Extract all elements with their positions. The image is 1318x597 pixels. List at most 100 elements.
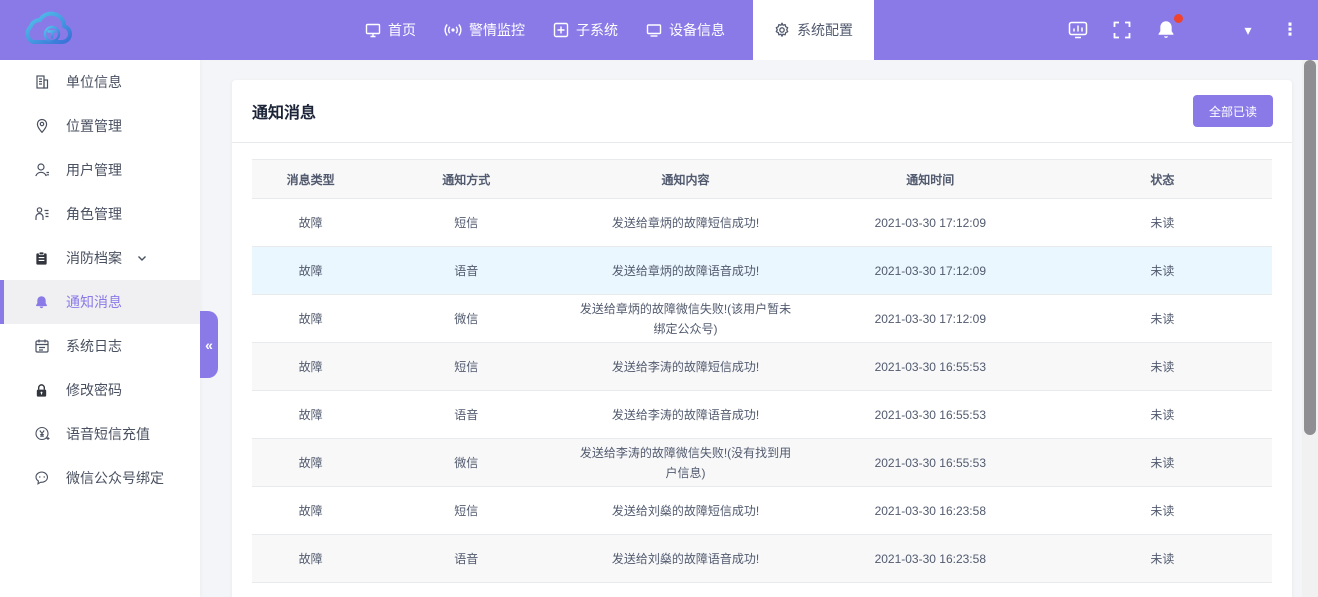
sidebar-item-label: 系统日志 [66,336,122,356]
table-header-row: 消息类型 通知方式 通知内容 通知时间 状态 [252,160,1272,199]
cell-content: 发送给刘燊的故障短信成功! [563,487,808,535]
cell-content: 发送给李涛的故障语音成功! [563,391,808,439]
notifications-card: 通知消息 全部已读 消息类型 通知方式 通知内容 通知时间 状态 故障 [232,80,1292,597]
table-row[interactable]: 故障 短信 发送给李涛的故障短信成功! 2021-03-30 16:55:53 … [252,343,1272,391]
cell-content: 发送给刘燊的故障语音成功! [563,535,808,583]
cell-type: 故障 [252,343,369,391]
cell-status: 未读 [1053,199,1272,247]
nav-item-system-config[interactable]: 系统配置 [753,0,874,60]
sidebar-item-system-log[interactable]: 系统日志 [0,324,200,368]
nav-item-device-info[interactable]: 设备信息 [646,0,725,60]
nav-item-label: 子系统 [576,20,618,40]
cloud-t-logo-icon[interactable] [20,10,130,50]
cell-type: 故障 [252,487,369,535]
bell-icon[interactable] [1154,18,1178,42]
chevron-down-icon[interactable] [136,252,148,264]
recharge-yen-icon [33,426,50,443]
dashboard-screen-icon[interactable] [1066,18,1090,42]
device-screen-icon [646,22,662,38]
cell-type: 故障 [252,247,369,295]
cell-content: 发送给章炳的故障短信成功! [563,199,808,247]
collapse-icon: « [205,337,213,353]
cell-method: 微信 [369,295,563,343]
fullscreen-icon[interactable] [1110,18,1134,42]
sidebar-item-roles[interactable]: 角色管理 [0,192,200,236]
sidebar-item-location[interactable]: 位置管理 [0,104,200,148]
nav-item-label: 设备信息 [669,20,725,40]
cell-content: 发送给李涛的故障短信成功! [563,343,808,391]
sidebar-item-users[interactable]: 用户管理 [0,148,200,192]
location-pin-icon [33,118,50,135]
clipboard-icon [33,250,50,267]
col-header-notify-content: 通知内容 [563,160,808,199]
sidebar-item-notifications[interactable]: 通知消息 [0,280,200,324]
role-user-icon [33,206,50,223]
page-scrollbar-track[interactable] [1302,60,1318,597]
cell-method: 短信 [369,199,563,247]
page-title: 通知消息 [252,99,316,123]
sidebar-item-change-password[interactable]: 修改密码 [0,368,200,412]
cell-type: 故障 [252,535,369,583]
cell-status: 未读 [1053,391,1272,439]
sidebar-item-unit-info[interactable]: 单位信息 [0,60,200,104]
cell-method: 短信 [369,343,563,391]
notifications-table-wrap: 消息类型 通知方式 通知内容 通知时间 状态 故障 短信 发送给章炳的故障短信成… [232,143,1292,597]
sidebar-item-label: 消防档案 [66,248,122,268]
sidebar-item-label: 语音短信充值 [66,424,150,444]
sidebar-item-label: 单位信息 [66,72,122,92]
cell-status: 未读 [1053,247,1272,295]
table-row[interactable]: 故障 语音 发送给刘燊的故障语音成功! 2021-03-30 16:23:58 … [252,535,1272,583]
home-monitor-icon [365,22,381,38]
table-row[interactable]: 故障 微信 发送给李涛的故障微信失败!(没有找到用户信息) 2021-03-30… [252,439,1272,487]
sidebar-item-label: 位置管理 [66,116,122,136]
nav-item-label: 系统配置 [797,20,853,40]
table-row-partial [252,583,1272,597]
nav-item-label: 警情监控 [469,20,525,40]
cell-status: 未读 [1053,295,1272,343]
wechat-chat-icon [33,470,50,487]
cell-method: 短信 [369,487,563,535]
cell-type: 故障 [252,295,369,343]
cell-status: 未读 [1053,487,1272,535]
card-header: 通知消息 全部已读 [232,80,1292,143]
cell-time: 2021-03-30 17:12:09 [808,247,1053,295]
sidebar-item-voice-sms-recharge[interactable]: 语音短信充值 [0,412,200,456]
sidebar-item-label: 通知消息 [66,292,122,312]
col-header-status: 状态 [1053,160,1272,199]
broadcast-icon [444,22,462,38]
cell-type: 故障 [252,391,369,439]
more-vertical-icon[interactable]: ⋮ [1278,18,1302,42]
cell-time: 2021-03-30 16:55:53 [808,391,1053,439]
gear-icon [774,22,790,38]
table-row[interactable]: 故障 短信 发送给章炳的故障短信成功! 2021-03-30 17:12:09 … [252,199,1272,247]
table-row[interactable]: 故障 语音 发送给章炳的故障语音成功! 2021-03-30 17:12:09 … [252,247,1272,295]
page-scrollbar-thumb[interactable] [1304,60,1316,435]
table-row[interactable]: 故障 微信 发送给章炳的故障微信失败!(该用户暂未绑定公众号) 2021-03-… [252,295,1272,343]
cell-method: 微信 [369,439,563,487]
sidebar-item-label: 微信公众号绑定 [66,468,164,488]
sidebar-item-label: 角色管理 [66,204,122,224]
cell-method: 语音 [369,535,563,583]
lock-icon [33,382,50,399]
caret-down-icon[interactable]: ▾ [1236,18,1260,42]
nav-item-alarm-monitor[interactable]: 警情监控 [444,0,525,60]
cell-method: 语音 [369,247,563,295]
nav-item-label: 首页 [388,20,416,40]
cell-status: 未读 [1053,535,1272,583]
table-row[interactable]: 故障 语音 发送给李涛的故障语音成功! 2021-03-30 16:55:53 … [252,391,1272,439]
notifications-table: 消息类型 通知方式 通知内容 通知时间 状态 故障 短信 发送给章炳的故障短信成… [252,159,1272,597]
sidebar-item-fire-archives[interactable]: 消防档案 [0,236,200,280]
cell-content: 发送给章炳的故障微信失败!(该用户暂未绑定公众号) [563,295,808,343]
cell-type: 故障 [252,439,369,487]
col-header-notify-time: 通知时间 [808,160,1053,199]
building-icon [33,74,50,91]
table-row[interactable]: 故障 短信 发送给刘燊的故障短信成功! 2021-03-30 16:23:58 … [252,487,1272,535]
mark-all-read-button[interactable]: 全部已读 [1193,95,1273,127]
main-content: 通知消息 全部已读 消息类型 通知方式 通知内容 通知时间 状态 故障 [200,60,1302,597]
user-icon [33,162,50,179]
nav-item-home[interactable]: 首页 [365,0,416,60]
cell-time: 2021-03-30 17:12:09 [808,199,1053,247]
nav-item-subsystem[interactable]: 子系统 [553,0,618,60]
sidebar-collapse-handle[interactable]: « [200,311,218,378]
sidebar-item-wechat-binding[interactable]: 微信公众号绑定 [0,456,200,500]
